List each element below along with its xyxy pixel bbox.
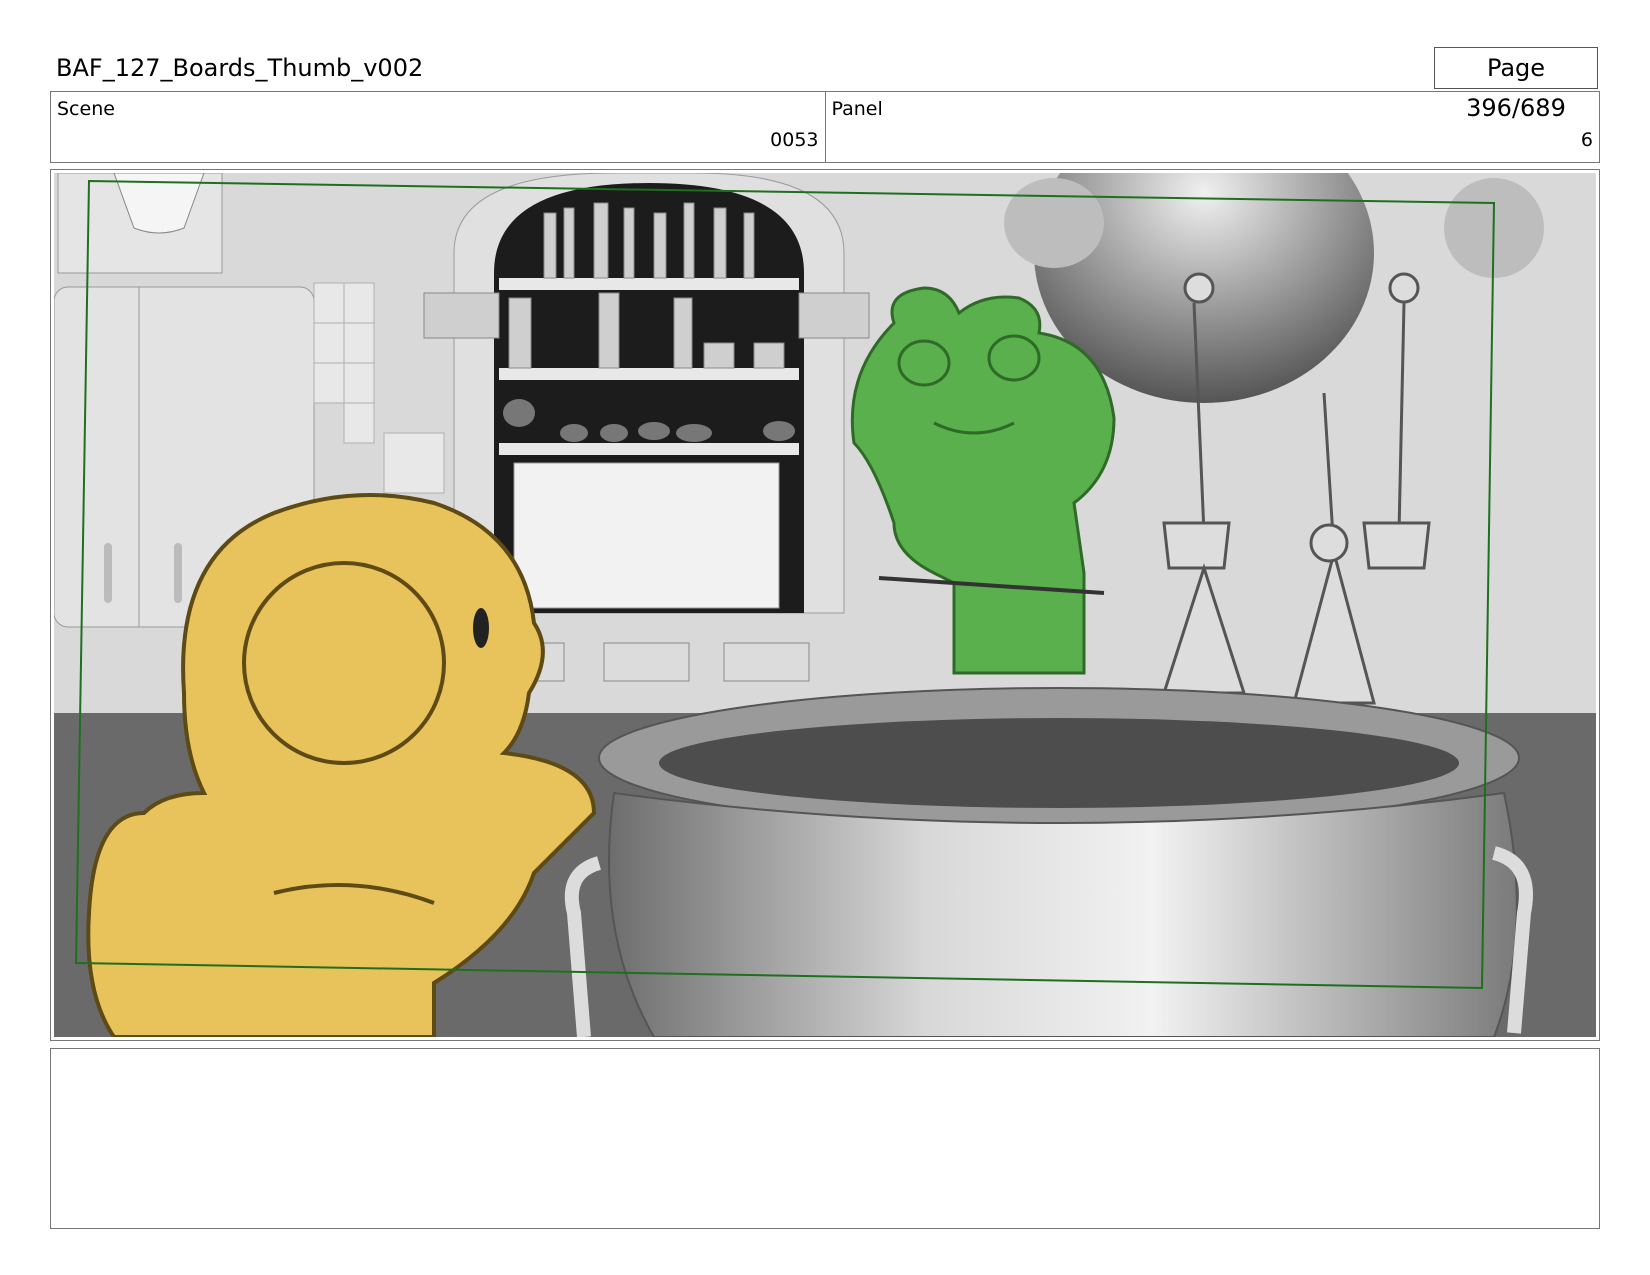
- panel-label: Panel: [831, 98, 883, 120]
- page-number: Page 396/689: [1434, 47, 1598, 122]
- panel-value: 6: [1580, 129, 1593, 151]
- storyboard-image: [54, 173, 1596, 1037]
- cauldron: [564, 687, 1533, 1037]
- scene-cell: Scene 0053: [51, 92, 825, 162]
- notes-area[interactable]: [50, 1048, 1600, 1229]
- storyboard-panel: [50, 169, 1600, 1041]
- scene-label: Scene: [57, 98, 115, 120]
- document-title: BAF_127_Boards_Thumb_v002: [56, 54, 424, 82]
- scene-panel-info: Scene 0053 Panel 6: [50, 91, 1600, 163]
- scene-value: 0053: [770, 129, 819, 151]
- panel-cell: Panel 6: [824, 92, 1600, 162]
- oven-window: [513, 462, 780, 609]
- shelf: [499, 278, 799, 290]
